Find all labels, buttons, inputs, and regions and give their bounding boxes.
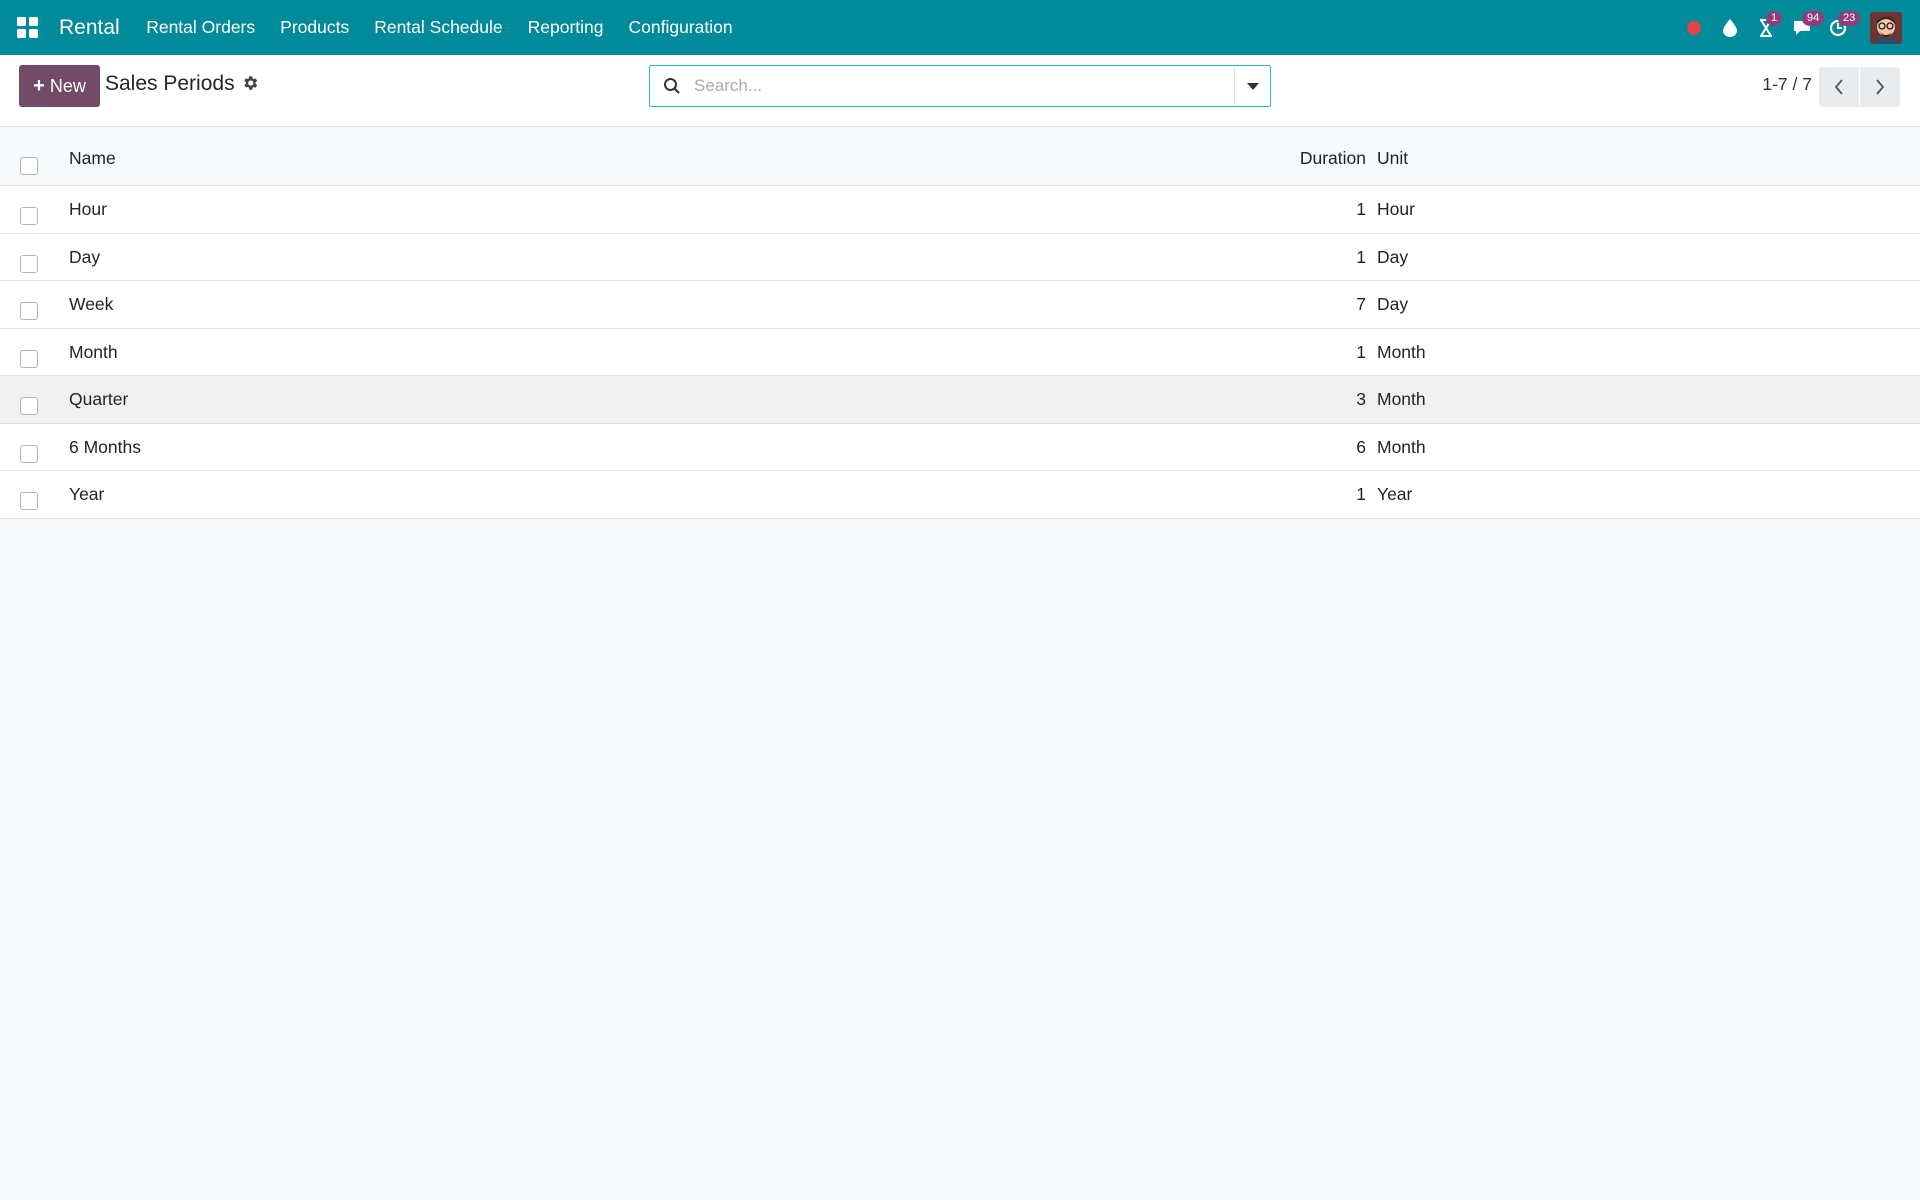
cell-duration: 1 xyxy=(1356,199,1366,219)
search-options-toggle[interactable] xyxy=(1234,66,1270,106)
menu-configuration[interactable]: Configuration xyxy=(616,0,745,55)
recording-icon[interactable] xyxy=(1676,0,1712,55)
user-avatar[interactable] xyxy=(1870,11,1902,44)
cell-name: Hour xyxy=(69,199,107,219)
table-row[interactable]: Month 1 Month xyxy=(0,328,1920,376)
search-icon xyxy=(650,66,694,106)
activities-hourglass-icon[interactable]: 1 xyxy=(1748,0,1784,55)
search-box xyxy=(649,65,1271,107)
menu-rental-schedule[interactable]: Rental Schedule xyxy=(362,0,515,55)
cell-unit: Year xyxy=(1377,484,1413,504)
updates-badge: 23 xyxy=(1838,11,1861,26)
cell-unit: Day xyxy=(1377,294,1409,314)
table-row[interactable]: Week 7 Day xyxy=(0,281,1920,329)
row-checkbox[interactable] xyxy=(20,349,38,368)
table-header: Name Duration Unit xyxy=(0,128,1920,186)
cell-unit: Day xyxy=(1377,246,1409,267)
select-all-checkbox[interactable] xyxy=(20,157,38,175)
updates-clock-icon[interactable]: 23 xyxy=(1820,0,1861,55)
top-navbar: Rental Rental Orders Products Rental Sch… xyxy=(0,0,1920,55)
column-header-unit[interactable]: Unit xyxy=(1377,148,1408,169)
row-checkbox[interactable] xyxy=(20,444,38,463)
cell-duration: 7 xyxy=(1356,294,1366,314)
cell-unit: Month xyxy=(1377,389,1426,409)
cell-duration: 1 xyxy=(1356,341,1366,362)
cell-duration: 3 xyxy=(1356,389,1366,409)
cell-duration: 1 xyxy=(1356,484,1366,504)
cell-duration: 1 xyxy=(1356,246,1366,267)
menu-rental-orders[interactable]: Rental Orders xyxy=(134,0,268,55)
list-view: Name Duration Unit Hour 1 Hour Day 1 Day… xyxy=(0,128,1920,519)
table-row[interactable]: 6 Months 6 Month xyxy=(0,423,1920,471)
activities-badge: 1 xyxy=(1766,11,1783,26)
cell-name: Quarter xyxy=(69,389,129,409)
table-row[interactable]: Day 1 Day xyxy=(0,233,1920,281)
app-name[interactable]: Rental xyxy=(59,16,120,40)
cell-name: 6 Months xyxy=(69,436,141,457)
column-header-name[interactable]: Name xyxy=(69,148,116,169)
row-checkbox[interactable] xyxy=(20,397,38,415)
new-button-label: New xyxy=(49,75,86,96)
search-input[interactable] xyxy=(694,67,1234,105)
page-title: Sales Periods xyxy=(105,72,235,95)
new-button[interactable]: + New xyxy=(19,65,100,107)
cell-name: Year xyxy=(69,484,105,504)
row-checkbox[interactable] xyxy=(20,254,38,273)
cell-unit: Month xyxy=(1377,436,1426,457)
pager-value[interactable]: 1-7 / 7 xyxy=(1762,74,1812,95)
cell-unit: Hour xyxy=(1377,199,1415,219)
row-checkbox[interactable] xyxy=(20,302,38,320)
plus-icon: + xyxy=(33,74,45,97)
messages-icon[interactable]: 94 xyxy=(1784,0,1825,55)
cell-unit: Month xyxy=(1377,341,1426,362)
row-checkbox[interactable] xyxy=(20,207,38,225)
cell-duration: 6 xyxy=(1356,436,1366,457)
table-row[interactable]: Quarter 3 Month xyxy=(0,376,1920,424)
caret-down-icon xyxy=(1246,82,1259,90)
cell-name: Week xyxy=(69,294,114,314)
pager-next-button[interactable] xyxy=(1860,67,1900,107)
gear-icon[interactable] xyxy=(241,73,263,95)
drop-icon[interactable] xyxy=(1712,0,1748,55)
cell-name: Month xyxy=(69,341,118,362)
cell-name: Day xyxy=(69,246,101,267)
app-menu-icon[interactable] xyxy=(0,0,55,55)
pager-previous-button[interactable] xyxy=(1819,67,1859,107)
table-row[interactable]: Year 1 Year xyxy=(0,471,1920,519)
row-checkbox[interactable] xyxy=(20,492,38,510)
table-row[interactable]: Hour 1 Hour xyxy=(0,186,1920,234)
menu-reporting[interactable]: Reporting xyxy=(515,0,616,55)
control-panel: + New Sales Periods 1-7 / 7 xyxy=(0,55,1920,127)
column-header-duration[interactable]: Duration xyxy=(1300,148,1366,169)
menu-products[interactable]: Products xyxy=(268,0,362,55)
